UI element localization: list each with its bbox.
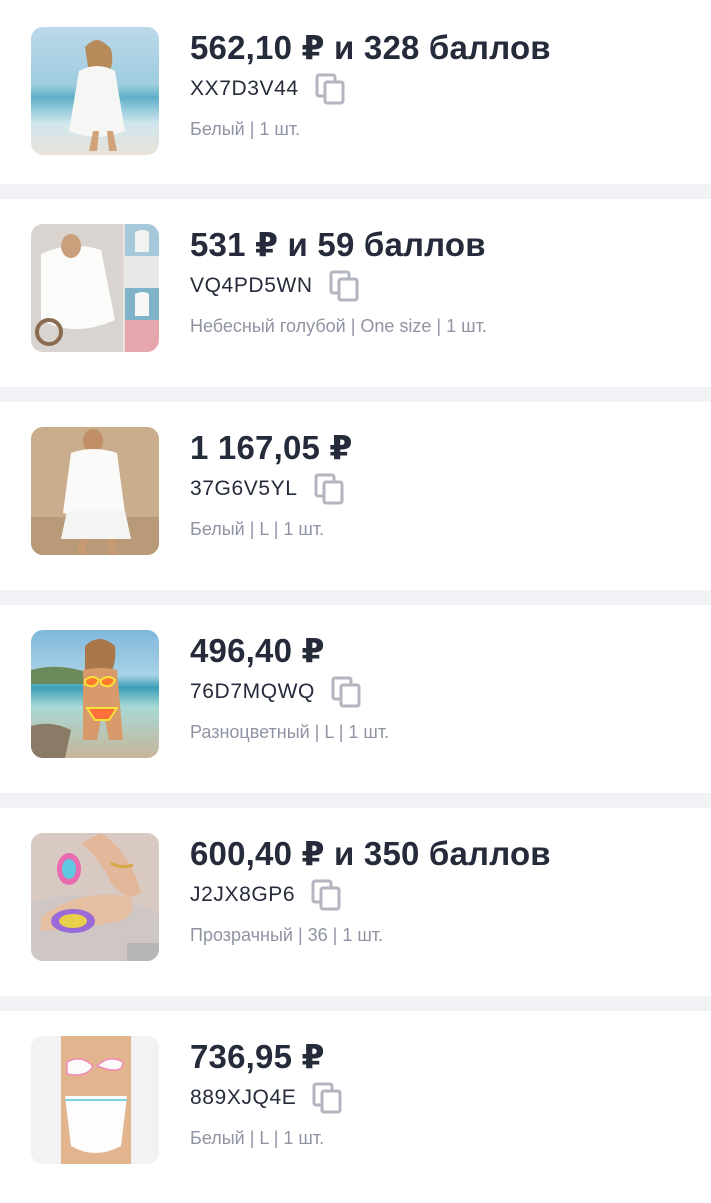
- code-row: 37G6V5YL: [190, 471, 353, 507]
- order-code: VQ4PD5WN: [190, 274, 313, 297]
- copy-code-button[interactable]: [329, 270, 359, 302]
- copy-code-button[interactable]: [315, 73, 345, 105]
- item-variant: Белый | 1 шт.: [190, 119, 301, 139]
- item-price: 1 167,05 ₽: [190, 429, 353, 466]
- order-item-info: 1 167,05 ₽ 37G6V5YL Белый | L | 1 шт.: [190, 427, 353, 540]
- code-row: VQ4PD5WN: [190, 268, 487, 304]
- copy-code-button[interactable]: [314, 473, 344, 505]
- order-item[interactable]: 1 167,05 ₽ 37G6V5YL Белый | L | 1 шт.: [0, 402, 711, 590]
- copy-code-button[interactable]: [311, 879, 341, 911]
- product-image-white-shirt-set[interactable]: [31, 427, 159, 555]
- order-items-list: 562,10 ₽ и 328 баллов XX7D3V44 Белый | 1…: [0, 0, 711, 1203]
- item-price: 531 ₽ и 59 баллов: [190, 226, 486, 263]
- product-image-sandals[interactable]: [31, 833, 159, 961]
- item-price: 736,95 ₽: [190, 1038, 325, 1075]
- product-image-beach-tunic[interactable]: [31, 27, 159, 155]
- order-code: J2JX8GP6: [190, 883, 296, 906]
- item-price: 600,40 ₽ и 350 баллов: [190, 835, 551, 872]
- order-item[interactable]: 531 ₽ и 59 баллов VQ4PD5WN Небесный голу…: [0, 199, 711, 387]
- item-variant: Белый | L | 1 шт.: [190, 1128, 325, 1148]
- order-item[interactable]: 736,95 ₽ 889XJQ4E Белый | L | 1 шт.: [0, 1011, 711, 1203]
- item-variant: Небесный голубой | One size | 1 шт.: [190, 316, 487, 336]
- order-code: 76D7MQWQ: [190, 680, 315, 703]
- order-item-info: 496,40 ₽ 76D7MQWQ Разноцветный | L | 1 ш…: [190, 630, 389, 743]
- copy-code-button[interactable]: [312, 1082, 342, 1114]
- copy-icon: [329, 270, 359, 302]
- order-item[interactable]: 600,40 ₽ и 350 баллов J2JX8GP6 Прозрачны…: [0, 808, 711, 996]
- item-variant: Белый | L | 1 шт.: [190, 519, 325, 539]
- product-image-bikini[interactable]: [31, 630, 159, 758]
- order-item-info: 562,10 ₽ и 328 баллов XX7D3V44 Белый | 1…: [190, 27, 551, 140]
- copy-icon: [312, 1082, 342, 1114]
- item-variant: Прозрачный | 36 | 1 шт.: [190, 925, 384, 945]
- order-item[interactable]: 562,10 ₽ и 328 баллов XX7D3V44 Белый | 1…: [0, 0, 711, 184]
- copy-icon: [314, 473, 344, 505]
- order-code: 37G6V5YL: [190, 477, 298, 500]
- item-variant: Разноцветный | L | 1 шт.: [190, 722, 390, 742]
- product-image-white-swimsuit[interactable]: [31, 1036, 159, 1164]
- code-row: 889XJQ4E: [190, 1080, 342, 1116]
- order-code: 889XJQ4E: [190, 1086, 297, 1109]
- copy-icon: [315, 73, 345, 105]
- order-item-info: 736,95 ₽ 889XJQ4E Белый | L | 1 шт.: [190, 1036, 342, 1149]
- order-item-info: 600,40 ₽ и 350 баллов J2JX8GP6 Прозрачны…: [190, 833, 551, 946]
- copy-icon: [331, 676, 361, 708]
- code-row: XX7D3V44: [190, 71, 551, 107]
- order-item-info: 531 ₽ и 59 баллов VQ4PD5WN Небесный голу…: [190, 224, 487, 337]
- copy-icon: [311, 879, 341, 911]
- item-price: 496,40 ₽: [190, 632, 325, 669]
- order-item[interactable]: 496,40 ₽ 76D7MQWQ Разноцветный | L | 1 ш…: [0, 605, 711, 793]
- code-row: J2JX8GP6: [190, 877, 551, 913]
- product-image-white-blouse[interactable]: [31, 224, 159, 352]
- item-price: 562,10 ₽ и 328 баллов: [190, 29, 551, 66]
- code-row: 76D7MQWQ: [190, 674, 389, 710]
- order-code: XX7D3V44: [190, 77, 299, 100]
- copy-code-button[interactable]: [331, 676, 361, 708]
